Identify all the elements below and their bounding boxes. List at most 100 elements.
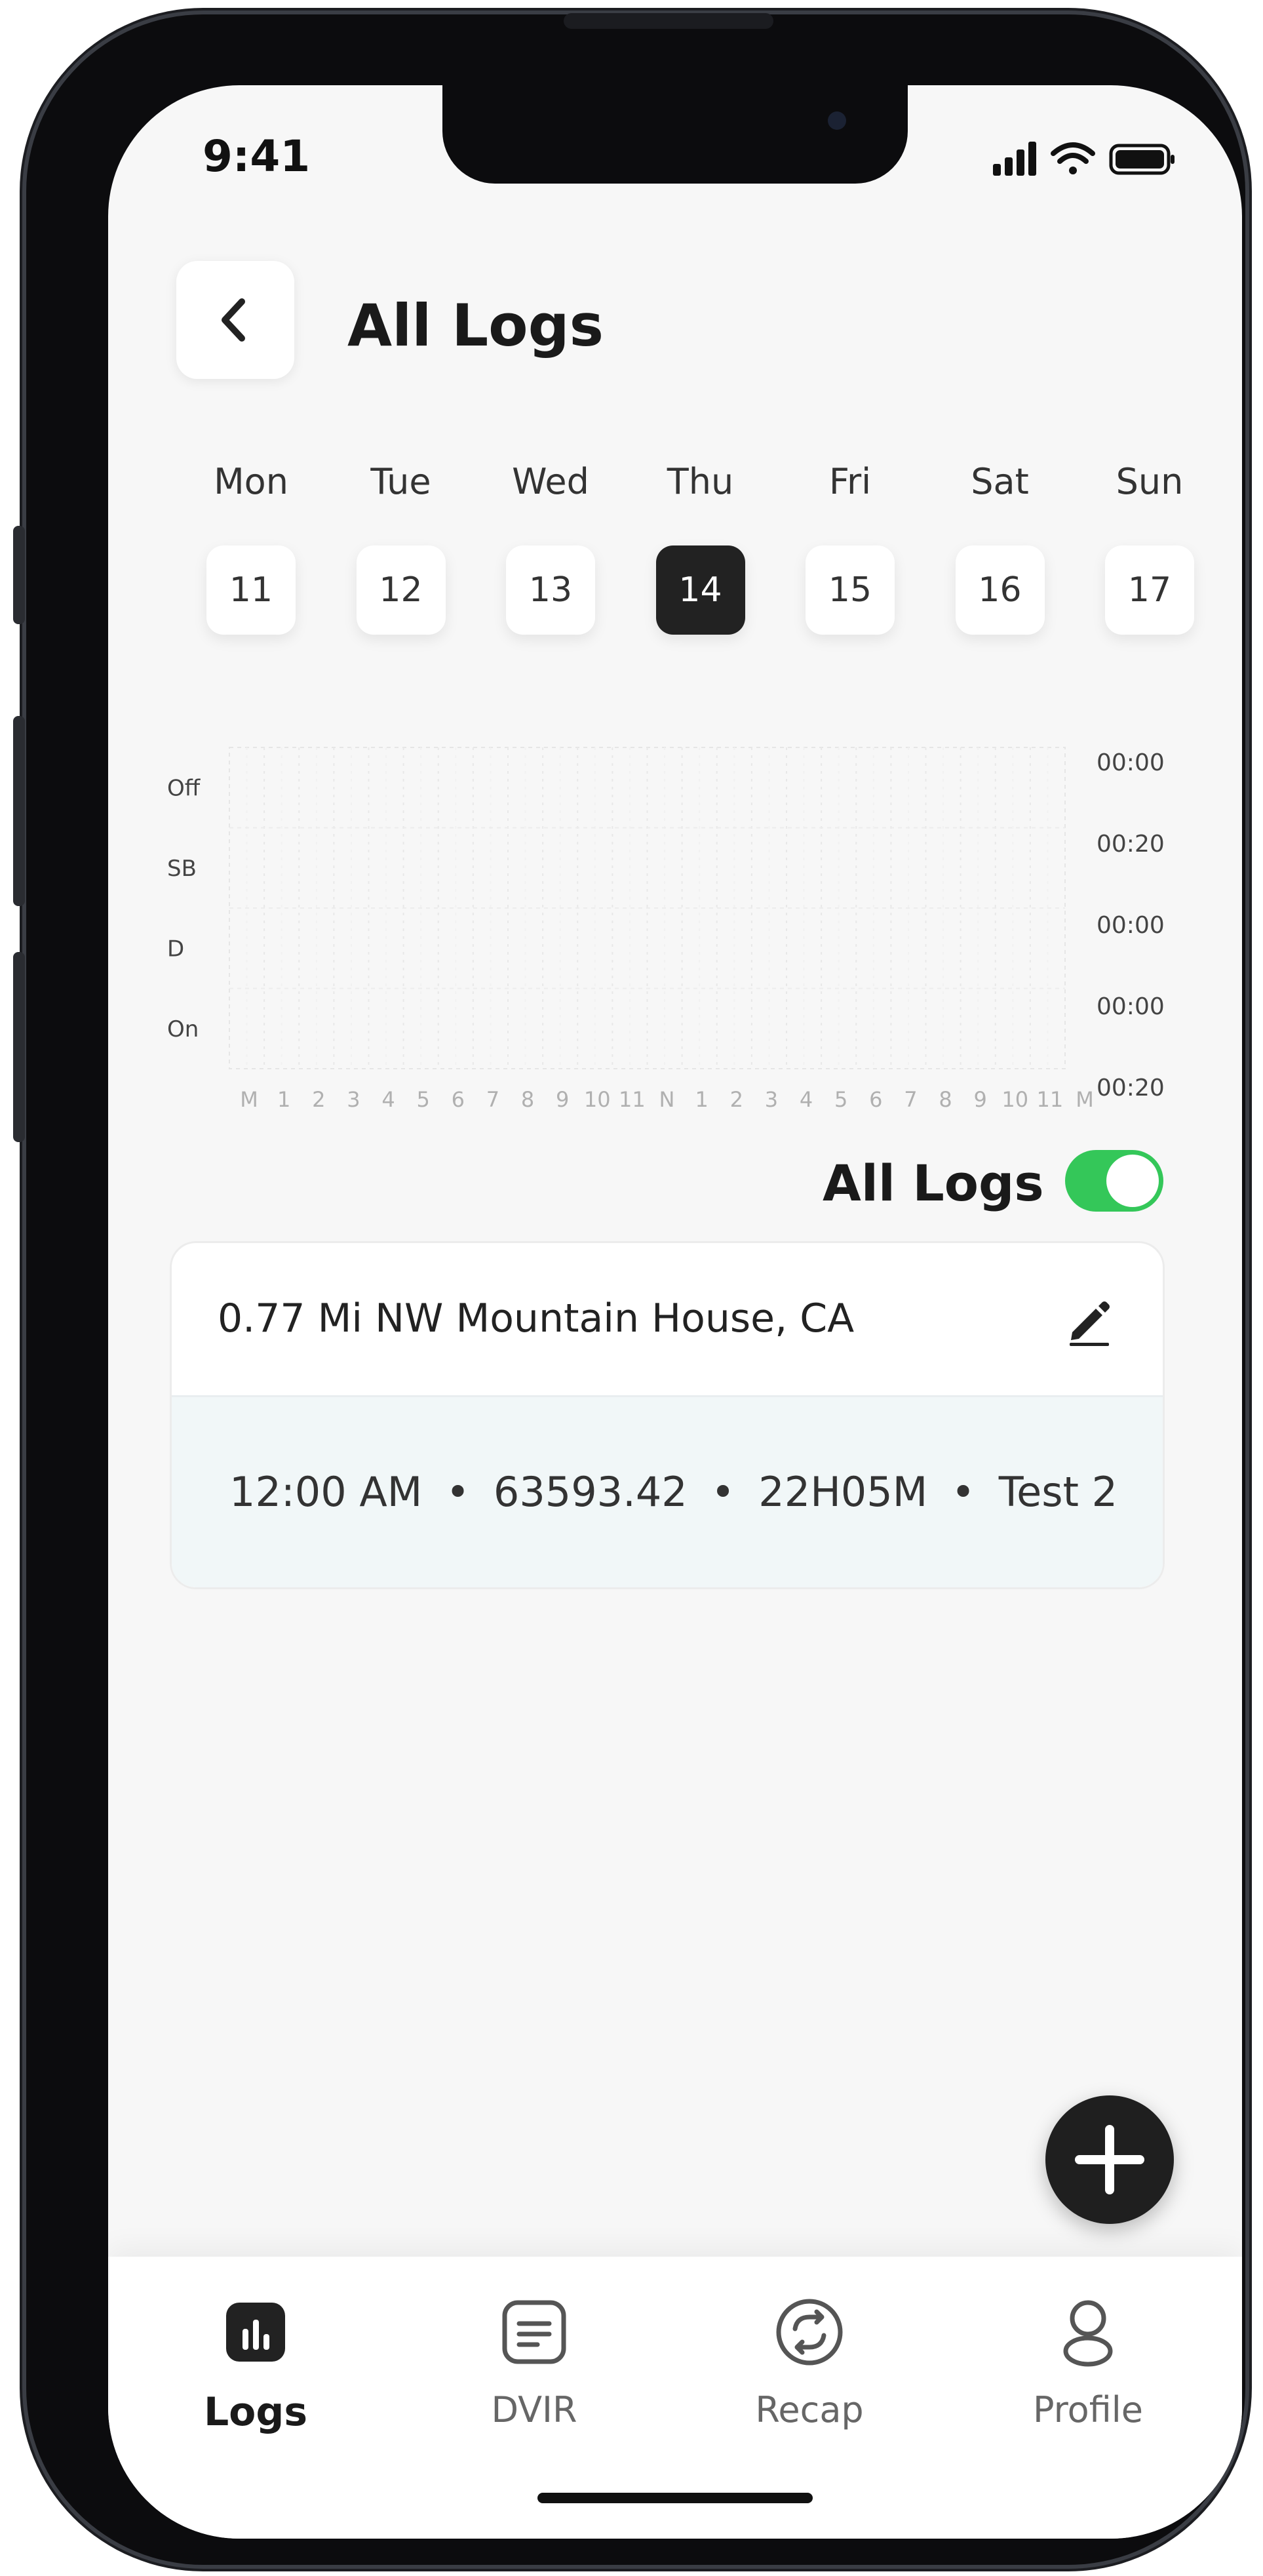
- speaker-grille: [564, 13, 773, 29]
- day-date-button[interactable]: 14: [655, 545, 745, 635]
- hour-label: 3: [765, 1087, 778, 1112]
- hour-label: 11: [619, 1087, 646, 1112]
- day-name: Wed: [512, 461, 589, 502]
- day-sun[interactable]: Sun 17: [1104, 459, 1195, 635]
- day-wed[interactable]: Wed 13: [505, 459, 596, 635]
- log-entry-card[interactable]: 0.77 Mi NW Mountain House, CA 12:00 AM • 6…: [170, 1241, 1165, 1589]
- page-title: All Logs: [347, 292, 604, 359]
- log-time: 12:00 AM: [229, 1468, 423, 1516]
- day-name: Sat: [971, 461, 1029, 502]
- mute-switch: [13, 526, 25, 624]
- tab-dvir[interactable]: DVIR: [449, 2296, 619, 2430]
- hour-label: 9: [973, 1087, 986, 1112]
- day-date-button[interactable]: 17: [1105, 545, 1194, 635]
- hour-label: 2: [312, 1087, 325, 1112]
- day-tue[interactable]: Tue 12: [355, 459, 447, 635]
- separator-dot: •: [951, 1468, 975, 1516]
- hour-label: 7: [904, 1087, 917, 1112]
- log-detail-row: 12:00 AM • 63593.42 • 22H05M • Test 2: [172, 1395, 1163, 1587]
- log-details: 12:00 AM • 63593.42 • 22H05M • Test 2: [229, 1468, 1117, 1516]
- tab-label: Profile: [1033, 2389, 1143, 2430]
- hour-label: 6: [869, 1087, 882, 1112]
- hour-label: 8: [521, 1087, 534, 1112]
- status-label: On: [167, 1016, 199, 1042]
- tab-bar: Logs DVIR Recap Profile: [108, 2257, 1242, 2539]
- hour-label: 1: [695, 1087, 708, 1112]
- all-logs-toggle-label: All Logs: [823, 1154, 1044, 1212]
- hour-label: 4: [800, 1087, 813, 1112]
- day-date-button[interactable]: 12: [356, 545, 446, 635]
- hour-label: 8: [939, 1087, 952, 1112]
- hour-label: 11: [1037, 1087, 1064, 1112]
- log-note: Test 2: [998, 1468, 1118, 1516]
- tab-label: Recap: [755, 2389, 864, 2430]
- pencil-icon[interactable]: [1063, 1296, 1116, 1348]
- hour-label: N: [659, 1087, 675, 1112]
- hos-log-chart: OffSBDOn00:0000:2000:0000:0000:20M 1 2 3 4 5 6…: [167, 747, 1165, 1112]
- status-label: SB: [167, 856, 197, 882]
- hour-label: 6: [452, 1087, 465, 1112]
- hour-label: 10: [1001, 1087, 1028, 1112]
- hour-label: M: [240, 1087, 258, 1112]
- volume-up-button: [13, 716, 25, 906]
- hour-label: 10: [584, 1087, 611, 1112]
- hour-label: 9: [556, 1087, 569, 1112]
- toggle-knob: [1106, 1155, 1159, 1207]
- day-date-button[interactable]: 16: [955, 545, 1045, 635]
- separator-dot: •: [710, 1468, 735, 1516]
- tab-profile[interactable]: Profile: [1003, 2296, 1173, 2430]
- volume-down-button: [13, 952, 25, 1142]
- chevron-left-icon: [222, 298, 245, 342]
- tab-label: DVIR: [491, 2389, 577, 2430]
- hour-label: 4: [381, 1087, 395, 1112]
- status-label: Off: [167, 775, 201, 801]
- signal-icon: [993, 142, 1036, 176]
- back-button[interactable]: [176, 261, 294, 379]
- duty-total-label: 00:20: [1097, 1075, 1165, 1101]
- hour-label: 5: [834, 1087, 847, 1112]
- tab-recap[interactable]: Recap: [724, 2296, 895, 2430]
- plus-icon: [1075, 2125, 1144, 2194]
- day-fri[interactable]: Fri 15: [804, 459, 896, 635]
- camera-icon: [828, 111, 846, 130]
- day-date-button[interactable]: 13: [506, 545, 595, 635]
- log-duration: 22H05M: [758, 1468, 928, 1516]
- add-log-button[interactable]: [1045, 2095, 1174, 2224]
- document-icon: [502, 2300, 566, 2364]
- refresh-icon: [776, 2299, 843, 2366]
- wifi-icon: [1051, 142, 1095, 174]
- day-mon[interactable]: Mon 11: [205, 459, 297, 635]
- status-label: D: [167, 936, 184, 962]
- tab-label: Logs: [203, 2389, 308, 2435]
- day-thu[interactable]: Thu 14: [655, 459, 747, 635]
- day-name: Thu: [667, 461, 734, 502]
- battery-icon: [1109, 144, 1175, 175]
- tab-logs[interactable]: Logs: [170, 2296, 341, 2435]
- status-icons: [993, 142, 1175, 176]
- hour-label: 3: [347, 1087, 360, 1112]
- duty-total-label: 00:00: [1097, 749, 1165, 776]
- all-logs-toggle[interactable]: [1065, 1150, 1163, 1212]
- day-date-button[interactable]: 11: [206, 545, 296, 635]
- phone-frame: 9:41 All Logs Mon 11 Tue 12 Wed 13 Thu 1…: [13, 13, 1245, 2565]
- day-name: Tue: [370, 461, 431, 502]
- hour-label: 5: [416, 1087, 429, 1112]
- day-sat[interactable]: Sat 16: [954, 459, 1046, 635]
- separator-dot: •: [446, 1468, 470, 1516]
- hour-label: M: [1076, 1087, 1094, 1112]
- home-indicator[interactable]: [537, 2493, 813, 2503]
- duty-total-label: 00:00: [1097, 912, 1165, 939]
- chart-icon: [226, 2303, 285, 2362]
- day-name: Sun: [1116, 461, 1184, 502]
- log-location: 0.77 Mi NW Mountain House, CA: [218, 1296, 855, 1341]
- hour-label: 2: [730, 1087, 743, 1112]
- day-name: Fri: [828, 461, 872, 502]
- day-date-button[interactable]: 15: [806, 545, 895, 635]
- day-name: Mon: [214, 461, 288, 502]
- duty-total-label: 00:00: [1097, 993, 1165, 1020]
- hour-label: 7: [486, 1087, 499, 1112]
- status-time: 9:41: [203, 131, 311, 182]
- app-screen: 9:41 All Logs Mon 11 Tue 12 Wed 13 Thu 1…: [108, 85, 1242, 2539]
- log-odometer: 63593.42: [493, 1468, 688, 1516]
- notch: [442, 85, 908, 184]
